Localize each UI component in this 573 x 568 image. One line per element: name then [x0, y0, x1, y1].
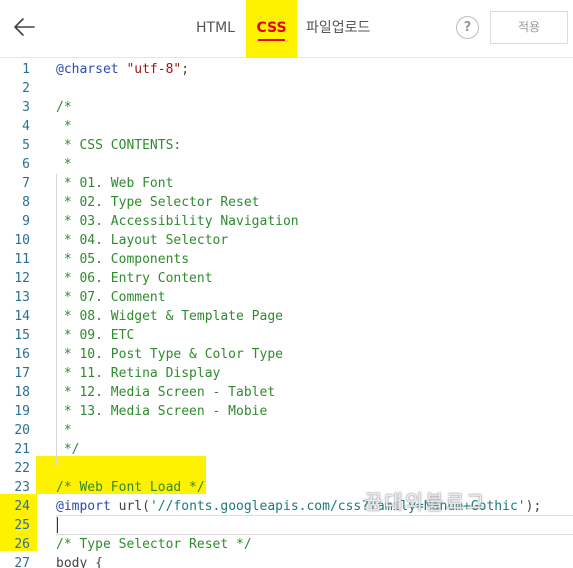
line-number: 9: [22, 214, 30, 229]
line-number: 20: [14, 423, 30, 438]
line-number: 23: [14, 480, 30, 495]
line-number: 7: [22, 176, 30, 191]
code-token: * 03. Accessibility Navigation: [56, 214, 299, 229]
code-token: * 06. Entry Content: [56, 271, 213, 286]
code-token: /* Web Font Load */: [56, 480, 205, 495]
code-token: * 04. Layout Selector: [56, 233, 229, 248]
active-line: [56, 515, 573, 535]
code-line[interactable]: /* Type Selector Reset */: [56, 535, 252, 554]
code-line[interactable]: * 02. Type Selector Reset: [56, 193, 260, 212]
code-token: @charset: [56, 62, 119, 77]
code-token: *: [56, 423, 72, 438]
editor-toolbar: HTML CSS 파일업로드 ? 적용: [0, 0, 573, 58]
code-line[interactable]: * 06. Entry Content: [56, 269, 213, 288]
watermark-text: 꿈대의블로그: [364, 490, 487, 514]
code-token: ;: [181, 62, 190, 77]
tab-file-upload[interactable]: 파일업로드: [306, 0, 370, 58]
code-line[interactable]: * CSS CONTENTS:: [56, 136, 181, 155]
code-line[interactable]: * 01. Web Font: [56, 174, 174, 193]
code-line[interactable]: * 11. Retina Display: [56, 364, 221, 383]
line-number: 17: [14, 366, 30, 381]
line-number: 12: [14, 271, 30, 286]
line-number: 22: [14, 461, 30, 476]
back-button[interactable]: [10, 12, 40, 42]
code-line[interactable]: * 03. Accessibility Navigation: [56, 212, 299, 231]
line-number: 2: [22, 81, 30, 96]
line-number: 14: [14, 309, 30, 324]
line-number: 3: [22, 100, 30, 115]
line-number: 13: [14, 290, 30, 305]
code-line[interactable]: *: [56, 155, 72, 174]
text-cursor: [57, 517, 58, 533]
code-token: url(: [110, 499, 150, 514]
active-tab-underline: [258, 39, 285, 41]
line-number: 24: [14, 499, 30, 514]
tab-html[interactable]: HTML: [196, 0, 235, 58]
code-line[interactable]: *: [56, 421, 72, 440]
tab-css-label: CSS: [256, 20, 287, 36]
line-number: 19: [14, 404, 30, 419]
code-token: *: [56, 119, 72, 134]
code-line[interactable]: /* Web Font Load */: [56, 478, 205, 497]
line-number: 27: [14, 556, 30, 568]
code-line[interactable]: body {: [56, 554, 103, 568]
code-token: * CSS CONTENTS:: [56, 138, 182, 153]
code-line[interactable]: */: [56, 440, 80, 459]
code-token: * 12. Media Screen - Tablet: [56, 385, 276, 400]
line-number: 15: [14, 328, 30, 343]
code-token: * 01. Web Font: [56, 176, 174, 191]
code-token: * 13. Media Screen - Mobie: [56, 404, 268, 419]
code-token: */: [56, 442, 80, 457]
code-line[interactable]: @charset "utf-8";: [56, 60, 189, 79]
line-number: 26: [14, 537, 30, 552]
code-line[interactable]: * 04. Layout Selector: [56, 231, 228, 250]
arrow-left-icon: [14, 18, 35, 36]
code-line[interactable]: *: [56, 117, 72, 136]
code-token: * 10. Post Type & Color Type: [56, 347, 283, 362]
code-token: "utf-8": [126, 62, 182, 77]
code-line[interactable]: * 12. Media Screen - Tablet: [56, 383, 275, 402]
line-number: 6: [22, 157, 30, 172]
code-token: * 09. ETC: [56, 328, 135, 343]
line-number: 1: [22, 62, 30, 77]
code-line[interactable]: * 07. Comment: [56, 288, 166, 307]
line-number: 4: [22, 119, 30, 134]
code-token: *: [56, 157, 72, 172]
line-number: 18: [14, 385, 30, 400]
code-token: * 08. Widget & Template Page: [56, 309, 283, 324]
code-token: /*: [56, 100, 72, 115]
code-token: * 05. Components: [56, 252, 190, 267]
tab-css[interactable]: CSS: [246, 0, 297, 58]
line-number: 8: [22, 195, 30, 210]
code-line[interactable]: * 09. ETC: [56, 326, 134, 345]
code-line[interactable]: /*: [56, 98, 72, 117]
code-token: );: [525, 499, 542, 514]
code-line[interactable]: * 05. Components: [56, 250, 189, 269]
line-number: 10: [14, 233, 30, 248]
code-token: * 11. Retina Display: [56, 366, 221, 381]
line-number: 5: [22, 138, 30, 153]
code-token: * 02. Type Selector Reset: [56, 195, 260, 210]
code-line[interactable]: * 08. Widget & Template Page: [56, 307, 283, 326]
apply-button[interactable]: 적용: [490, 11, 568, 44]
code-token: * 07. Comment: [56, 290, 166, 305]
line-number: 25: [14, 518, 30, 533]
code-token: @import: [56, 499, 111, 514]
line-number: 16: [14, 347, 30, 362]
code-token: body {: [56, 556, 103, 568]
code-line[interactable]: * 10. Post Type & Color Type: [56, 345, 283, 364]
help-button[interactable]: ?: [456, 16, 479, 39]
css-code-editor[interactable]: 1 @charset "utf-8"; 2 3/* 4 * 5 * CSS CONTENT…: [0, 58, 573, 568]
line-number: 11: [14, 252, 30, 267]
code-line[interactable]: * 13. Media Screen - Mobie: [56, 402, 268, 421]
line-number: 21: [14, 442, 30, 457]
code-token: /* Type Selector Reset */: [56, 537, 252, 552]
